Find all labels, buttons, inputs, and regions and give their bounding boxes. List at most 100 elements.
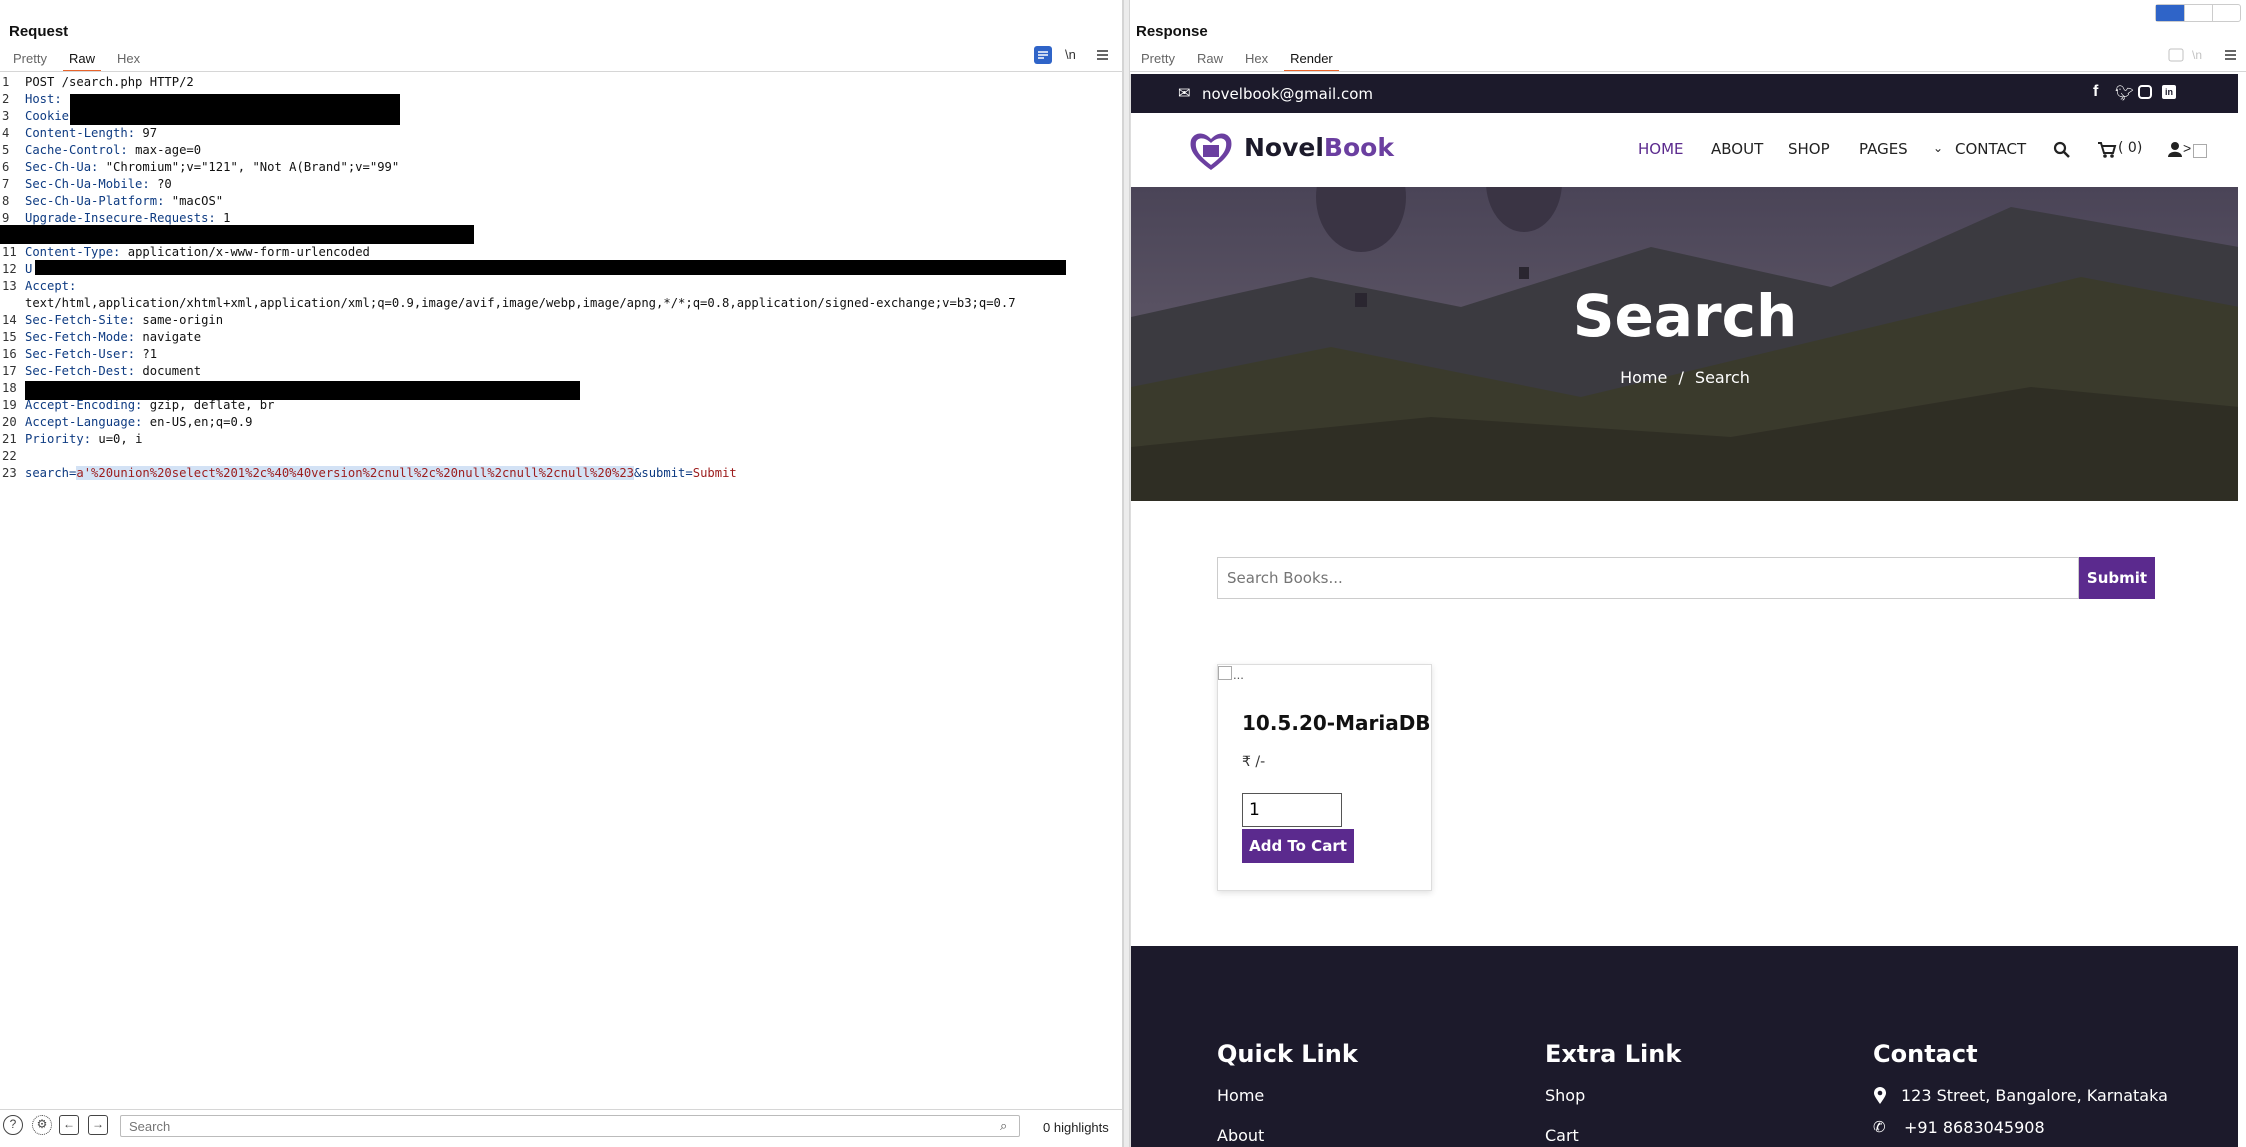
chevron-down-icon[interactable]: ⌄ (1933, 141, 1943, 155)
contact-email[interactable]: novelbook@gmail.com (1202, 85, 1373, 103)
user-icon[interactable] (2167, 141, 2183, 157)
nav-pages[interactable]: PAGES (1859, 140, 1908, 158)
line-content: Sec-Fetch-Dest: document (25, 363, 201, 380)
breadcrumb-home[interactable]: Home (1620, 368, 1667, 387)
redaction-box (70, 94, 400, 125)
back-arrow-icon[interactable]: ← (59, 1115, 79, 1135)
brand-logo[interactable]: NovelBook (1244, 133, 1394, 162)
search-icon[interactable] (2053, 141, 2071, 159)
raw-request-editor[interactable]: 1 POST /search.php HTTP/2 2 Host: 3 Cookie 4 Co… (0, 74, 1118, 482)
menu-icon[interactable] (2222, 46, 2240, 64)
linkedin-icon[interactable]: in (2162, 85, 2176, 99)
cart-icon[interactable] (2097, 141, 2117, 159)
code-token: search= (25, 466, 77, 480)
logo-heart-icon[interactable] (1188, 129, 1234, 173)
tab-raw[interactable]: Raw (58, 48, 106, 72)
code-token: &submit= (634, 466, 693, 480)
tab-hex[interactable]: Hex (1234, 48, 1279, 70)
code-token: Sec-Ch-Ua-Mobile: (25, 177, 150, 191)
line-number: 23 (2, 466, 17, 480)
request-pane: Request Pretty Raw Hex \n 1 POST /search.… (0, 0, 1123, 1147)
code-line[interactable]: 1 POST /search.php HTTP/2 (0, 74, 1118, 91)
search-input[interactable] (120, 1115, 1020, 1137)
cart-count[interactable]: ( 0) (2118, 140, 2142, 156)
quantity-input[interactable] (1242, 793, 1342, 827)
code-token: max-age=0 (127, 143, 202, 157)
nav-contact[interactable]: CONTACT (1955, 140, 2026, 158)
tab-pretty[interactable]: Pretty (2, 48, 58, 70)
search-submit-button[interactable]: Submit (2079, 557, 2155, 599)
line-number: 6 (2, 160, 10, 174)
tab-pretty[interactable]: Pretty (1130, 48, 1186, 70)
book-search-input[interactable] (1217, 557, 2079, 599)
line-content: Sec-Fetch-Mode: navigate (25, 329, 201, 346)
line-content: Sec-Ch-Ua-Platform: "macOS" (25, 193, 223, 210)
code-line[interactable]: 6 Sec-Ch-Ua: "Chromium";v="121", "Not A(B… (0, 159, 1118, 176)
line-number: 12 (2, 262, 17, 276)
add-to-cart-button[interactable]: Add To Cart (1242, 829, 1354, 863)
code-line[interactable]: 16 Sec-Fetch-User: ?1 (0, 346, 1118, 363)
line-number: 11 (2, 245, 17, 259)
facebook-icon[interactable]: f (2093, 83, 2098, 101)
code-line[interactable]: text/html,application/xhtml+xml,applicat… (0, 295, 1118, 312)
tab-hex[interactable]: Hex (106, 48, 151, 70)
code-token: navigate (135, 330, 202, 344)
code-line[interactable]: 21 Priority: u=0, i (0, 431, 1118, 448)
line-number: 7 (2, 177, 10, 191)
code-token: Sec-Ch-Ua: (25, 160, 99, 174)
code-line[interactable]: 5 Cache-Control: max-age=0 (0, 142, 1118, 159)
code-line[interactable]: 17 Sec-Fetch-Dest: document (0, 363, 1118, 380)
pane-divider[interactable] (1123, 0, 1130, 1147)
code-line[interactable]: 11 Content-Type: application/x-www-form-u… (0, 244, 1118, 261)
code-token: gzip, deflate, br (142, 398, 275, 412)
highlights-count: 0 highlights (1043, 1120, 1109, 1135)
code-line[interactable]: 8 Sec-Ch-Ua-Platform: "macOS" (0, 193, 1118, 210)
code-line[interactable]: 22 (0, 448, 1118, 465)
breadcrumb: Home / Search (1131, 368, 2238, 387)
nav-shop[interactable]: SHOP (1788, 140, 1830, 158)
code-token: Sec-Ch-Ua-Platform: (25, 194, 165, 208)
footer-link-about[interactable]: About (1217, 1126, 1264, 1145)
newline-toggle[interactable]: \n (1065, 46, 1083, 64)
split-vertical-icon[interactable] (2184, 5, 2212, 21)
response-title: Response (1136, 23, 1208, 40)
code-line[interactable]: 23 search=a'%20union%20select%201%2c%40%4… (0, 465, 1118, 482)
code-line[interactable]: 7 Sec-Ch-Ua-Mobile: ?0 (0, 176, 1118, 193)
request-tabs-rule (0, 71, 1123, 72)
code-token: Priority: (25, 432, 92, 446)
hero-title: Search (1572, 282, 1798, 350)
instagram-icon[interactable] (2138, 85, 2152, 99)
menu-icon[interactable] (1094, 46, 1112, 64)
line-number: 20 (2, 415, 17, 429)
settings-icon[interactable]: ⚙ (32, 1115, 52, 1135)
code-line[interactable]: 15 Sec-Fetch-Mode: navigate (0, 329, 1118, 346)
response-tabs-rule (1130, 71, 2246, 72)
nav-home[interactable]: HOME (1638, 140, 1684, 158)
code-line[interactable]: 14 Sec-Fetch-Site: same-origin (0, 312, 1118, 329)
newline-toggle: \n (2192, 48, 2203, 62)
code-token: same-origin (135, 313, 224, 327)
forward-arrow-icon[interactable]: → (88, 1115, 108, 1135)
search-icon[interactable]: ⌕ (1000, 1118, 1007, 1134)
code-line[interactable]: 20 Accept-Language: en-US,en;q=0.9 (0, 414, 1118, 431)
line-number: 16 (2, 347, 17, 361)
twitter-icon[interactable]: 🐦︎ (2115, 84, 2134, 102)
brand-name-first: Novel (1244, 133, 1324, 162)
tabs-layout-icon[interactable] (2212, 5, 2240, 21)
line-content: POST /search.php HTTP/2 (25, 74, 194, 91)
footer-link-cart[interactable]: Cart (1545, 1126, 1579, 1145)
wrap-lines-icon[interactable] (1034, 46, 1052, 64)
tab-raw[interactable]: Raw (1186, 48, 1234, 70)
split-horizontal-icon[interactable] (2156, 5, 2184, 21)
tab-render[interactable]: Render (1279, 48, 1344, 72)
footer-quick-link-title: Quick Link (1217, 1040, 1358, 1068)
code-line[interactable]: 13 Accept: (0, 278, 1118, 295)
nav-about[interactable]: ABOUT (1711, 140, 1763, 158)
footer-link-shop[interactable]: Shop (1545, 1086, 1585, 1105)
help-icon[interactable]: ? (3, 1115, 23, 1135)
location-pin-icon (1874, 1087, 1886, 1104)
footer-link-home[interactable]: Home (1217, 1086, 1264, 1105)
code-line[interactable]: 4 Content-Length: 97 (0, 125, 1118, 142)
code-token: document (135, 364, 202, 378)
line-content: U (25, 261, 32, 278)
